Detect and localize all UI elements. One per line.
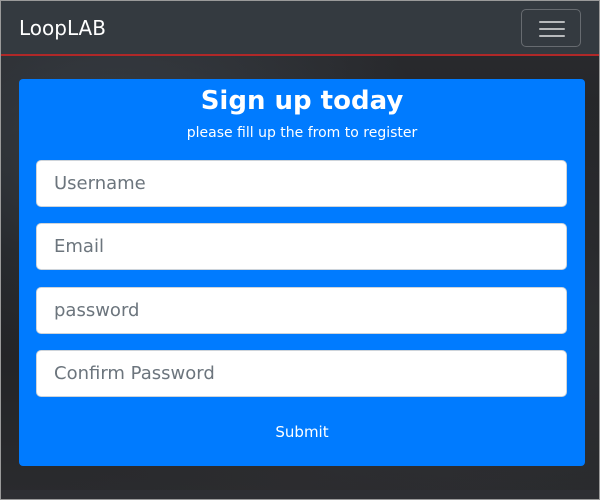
hamburger-menu-icon-line [539, 28, 565, 30]
password-input[interactable] [36, 287, 567, 334]
submit-button[interactable]: Submit [257, 415, 347, 449]
brand-logo-link[interactable]: LoopLAB [19, 15, 106, 41]
hamburger-menu-icon-line [539, 35, 565, 37]
navbar: LoopLAB [0, 0, 600, 56]
hamburger-menu-icon [539, 21, 565, 23]
page-bottom-strip [0, 490, 600, 500]
username-input[interactable] [36, 160, 567, 207]
form-title: Sign up today [200, 86, 404, 116]
confirm-password-input[interactable] [36, 350, 567, 397]
navbar-toggle-button[interactable] [521, 9, 581, 47]
email-input[interactable] [36, 223, 567, 270]
signup-card: Sign up today please fill up the from to… [19, 79, 585, 466]
form-subtitle: please fill up the from to register [186, 125, 418, 141]
